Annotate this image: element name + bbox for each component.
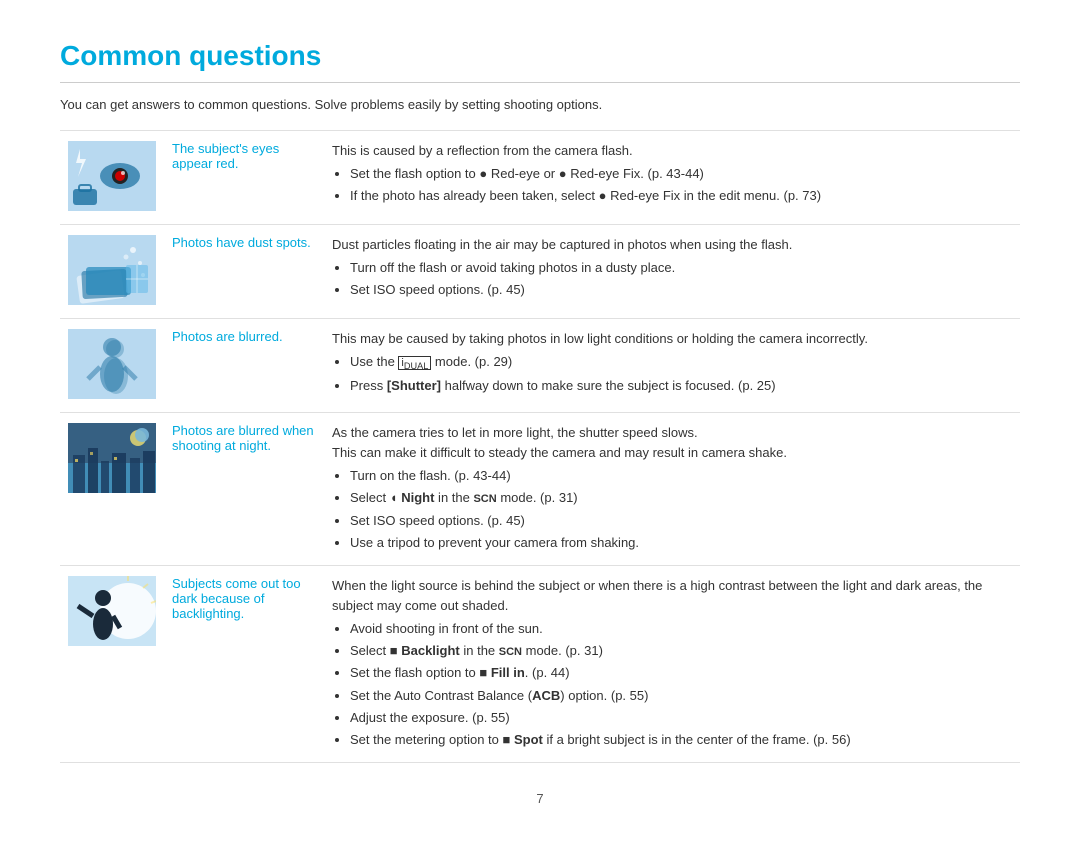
faq-desc-red-eye: This is caused by a reflection from the … <box>324 131 1020 225</box>
faq-label-backlight: Subjects come out too dark because of ba… <box>164 565 324 762</box>
title-divider <box>60 82 1020 83</box>
faq-desc-intro-night-blur: As the camera tries to let in more light… <box>332 423 1012 443</box>
faq-label-blurred: Photos are blurred. <box>164 319 324 413</box>
faq-row-dust-spots: Photos have dust spots. Dust particles fl… <box>60 225 1020 319</box>
faq-row-backlight: Subjects come out too dark because of ba… <box>60 565 1020 762</box>
faq-desc-night-blur: As the camera tries to let in more light… <box>324 413 1020 566</box>
faq-bullet-item: Adjust the exposure. (p. 55) <box>350 708 1012 728</box>
faq-image-dust-spots <box>60 225 164 319</box>
faq-row-blurred: Photos are blurred. This may be caused by… <box>60 319 1020 413</box>
faq-image-night-blur <box>60 413 164 566</box>
faq-desc-intro-blurred: This may be caused by taking photos in l… <box>332 329 1012 349</box>
faq-bullets-dust-spots: Turn off the flash or avoid taking photo… <box>350 258 1012 300</box>
faq-label-red-eye: The subject's eyes appear red. <box>164 131 324 225</box>
faq-row-night-blur: Photos are blurred when shooting at nigh… <box>60 413 1020 566</box>
faq-desc-intro-backlight: When the light source is behind the subj… <box>332 576 1012 616</box>
faq-bullet-item: Use the iDUAL mode. (p. 29) <box>350 352 1012 373</box>
faq-bullet-item: Turn off the flash or avoid taking photo… <box>350 258 1012 278</box>
faq-desc-intro-night-blur: This can make it difficult to steady the… <box>332 443 1012 463</box>
faq-bullet-item: Press [Shutter] halfway down to make sur… <box>350 376 1012 396</box>
faq-image-blurred <box>60 319 164 413</box>
page-title: Common questions <box>60 40 1020 72</box>
faq-bullet-item: Select ◖ Night in the SCN mode. (p. 31) <box>350 488 1012 508</box>
faq-bullets-red-eye: Set the flash option to ● Red-eye or ● R… <box>350 164 1012 206</box>
faq-desc-dust-spots: Dust particles floating in the air may b… <box>324 225 1020 319</box>
faq-bullets-backlight: Avoid shooting in front of the sun.Selec… <box>350 619 1012 750</box>
faq-image-backlight <box>60 565 164 762</box>
faq-table: The subject's eyes appear red. This is ca… <box>60 130 1020 763</box>
faq-bullets-blurred: Use the iDUAL mode. (p. 29) Press [Shutte… <box>350 352 1012 396</box>
faq-desc-intro-red-eye: This is caused by a reflection from the … <box>332 141 1012 161</box>
faq-bullet-item: Set the flash option to ● Red-eye or ● R… <box>350 164 1012 184</box>
page-subtitle: You can get answers to common questions.… <box>60 97 1020 112</box>
faq-bullet-item: Select ■ Backlight in the SCN mode. (p. … <box>350 641 1012 661</box>
faq-bullet-item: Turn on the flash. (p. 43-44) <box>350 466 1012 486</box>
faq-row-red-eye: The subject's eyes appear red. This is ca… <box>60 131 1020 225</box>
faq-bullet-item: Use a tripod to prevent your camera from… <box>350 533 1012 553</box>
faq-bullet-item: Set the flash option to ■ Fill in. (p. 4… <box>350 663 1012 683</box>
faq-label-night-blur: Photos are blurred when shooting at nigh… <box>164 413 324 566</box>
faq-bullets-night-blur: Turn on the flash. (p. 43-44)Select ◖ Ni… <box>350 466 1012 553</box>
page-number: 7 <box>60 791 1020 806</box>
faq-desc-backlight: When the light source is behind the subj… <box>324 565 1020 762</box>
faq-bullet-item: Set the Auto Contrast Balance (ACB) opti… <box>350 686 1012 706</box>
faq-bullet-item: If the photo has already been taken, sel… <box>350 186 1012 206</box>
faq-image-red-eye <box>60 131 164 225</box>
faq-label-dust-spots: Photos have dust spots. <box>164 225 324 319</box>
faq-desc-intro-dust-spots: Dust particles floating in the air may b… <box>332 235 1012 255</box>
faq-desc-blurred: This may be caused by taking photos in l… <box>324 319 1020 413</box>
faq-bullet-item: Set the metering option to ■ Spot if a b… <box>350 730 1012 750</box>
faq-bullet-item: Set ISO speed options. (p. 45) <box>350 280 1012 300</box>
faq-bullet-item: Set ISO speed options. (p. 45) <box>350 511 1012 531</box>
faq-bullet-item: Avoid shooting in front of the sun. <box>350 619 1012 639</box>
